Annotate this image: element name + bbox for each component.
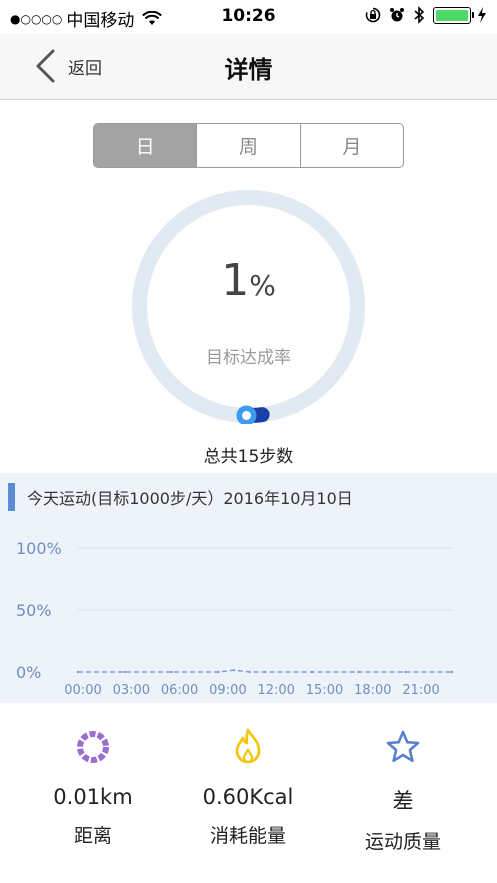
energy-label: 消耗能量 [209, 825, 286, 847]
stat-distance: 0.01km 距离 [13, 725, 173, 848]
x-tick-label: 18:00 [354, 683, 391, 698]
alarm-icon [389, 7, 405, 23]
series-point [170, 670, 173, 674]
series-point [404, 670, 407, 674]
y-tick-label: 0% [16, 663, 41, 682]
x-tick-label: 06:00 [161, 683, 198, 698]
segment-month[interactable]: 月 [301, 124, 403, 167]
stat-energy: 0.60Kcal 消耗能量 [168, 725, 328, 848]
x-tick-label: 09:00 [209, 683, 246, 698]
bluetooth-icon [413, 6, 425, 24]
y-tick-label: 100% [16, 539, 62, 558]
battery-fill [436, 9, 468, 21]
goal-percent-value: 1 [221, 255, 250, 306]
y-tick-label: 50% [16, 601, 52, 620]
back-label: 返回 [68, 58, 102, 79]
series-point [263, 670, 267, 674]
goal-progress-ring: 1% 目标达成率 [131, 189, 366, 424]
total-steps: 总共15步数 [203, 447, 294, 467]
series-point [357, 670, 360, 674]
charging-icon [477, 7, 487, 23]
period-segmented-control: 日 周 月 [93, 123, 404, 168]
goal-percent-unit: % [249, 269, 276, 302]
quality-label: 运动质量 [364, 831, 441, 853]
stat-quality: 差 运动质量 [323, 725, 483, 854]
chart-title: 今天运动(目标1000步/天）2016年10月10日 [27, 489, 353, 508]
series-point [232, 668, 236, 672]
ring-svg [132, 190, 365, 424]
x-tick-label: 21:00 [402, 683, 439, 698]
series-point [450, 670, 454, 674]
chevron-left-icon [34, 49, 56, 83]
series-point [310, 670, 314, 674]
series-point [217, 670, 220, 674]
summary-stats: 0.01km 距离 0.60Kcal 消耗能量 差 运动质量 [0, 703, 497, 883]
ring-progress-dot-center [242, 411, 251, 420]
flame-icon [168, 725, 328, 769]
star-icon [323, 725, 483, 769]
distance-ring-icon [13, 725, 173, 769]
chart-accent-bar [8, 483, 15, 511]
nav-bar: 返回 详情 [0, 34, 497, 100]
energy-value: 0.60Kcal [202, 785, 294, 809]
x-tick-label: 15:00 [306, 683, 343, 698]
x-tick-label: 03:00 [113, 683, 150, 698]
status-bar: ●○○○○ 中国移动 10:26 [0, 0, 497, 34]
goal-percent: 1% [131, 255, 366, 306]
daily-activity-chart: 100% 50% 0% 00:00 03:00 06:00 09:00 12:00 15:00 1… [0, 473, 497, 703]
goal-rate-label: 目标达成率 [206, 348, 291, 368]
segment-day[interactable]: 日 [94, 124, 198, 167]
ring-track [132, 190, 365, 423]
orientation-lock-icon [365, 7, 381, 23]
x-tick-label: 00:00 [64, 683, 101, 698]
chart-header: 今天运动(目标1000步/天）2016年10月10日 [8, 483, 353, 511]
series-point [123, 670, 126, 674]
x-tick-label: 12:00 [257, 683, 294, 698]
series-point [76, 670, 80, 674]
distance-value: 0.01km [53, 785, 133, 809]
status-right [365, 6, 487, 24]
distance-label: 距离 [73, 825, 112, 847]
back-button[interactable]: 返回 [34, 48, 102, 84]
quality-value: 差 [392, 789, 414, 813]
series-point [248, 670, 251, 674]
segment-week[interactable]: 周 [197, 124, 301, 167]
battery-icon [433, 6, 474, 24]
